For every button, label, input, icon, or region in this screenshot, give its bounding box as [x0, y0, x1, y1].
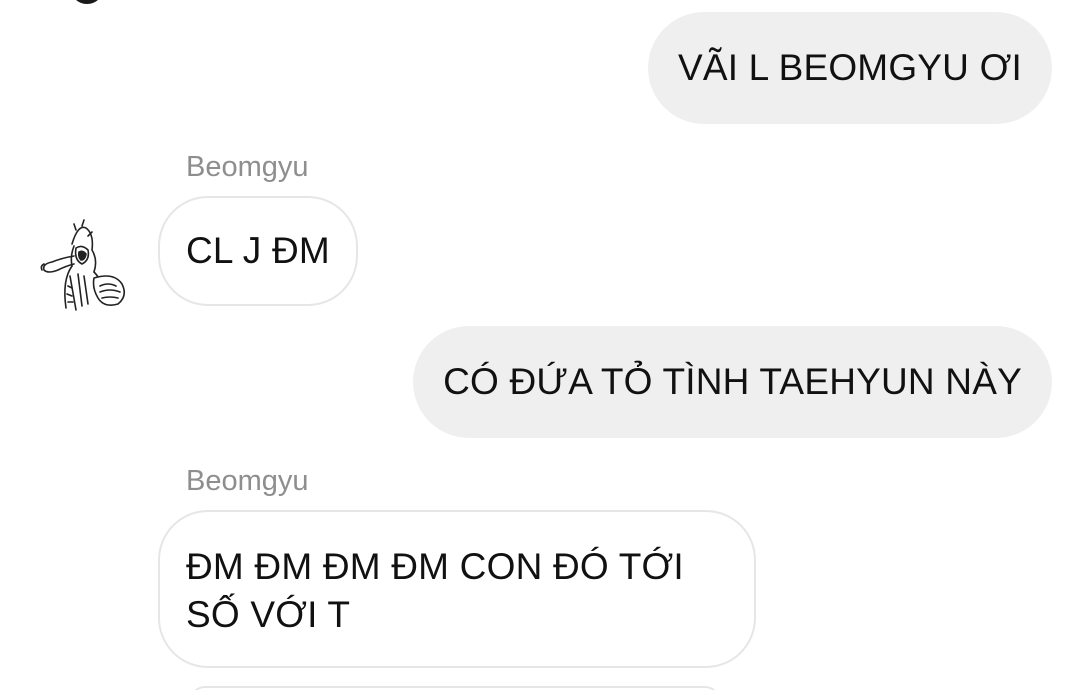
- sketch-avatar-icon[interactable]: [32, 216, 136, 320]
- outgoing-message-bubble[interactable]: CÓ ĐỨA TỎ TÌNH TAEHYUN NÀY: [413, 326, 1052, 438]
- incoming-message-bubble[interactable]: ĐM ĐM ĐM ĐM CON ĐÓ TỚI SỐ VỚI T: [158, 510, 756, 668]
- message-text: ĐM ĐM ĐM ĐM CON ĐÓ TỚI SỐ VỚI T: [186, 546, 684, 635]
- outgoing-message-bubble[interactable]: VÃI L BEOMGYU ƠI: [647, 12, 1052, 124]
- incoming-message-bubble[interactable]: CL J ĐM: [158, 196, 358, 306]
- sender-name: Beomgyu: [186, 465, 309, 497]
- chat-thread: VÃI L BEOMGYU ƠI Beomgyu CL J ĐM CÓ ĐỨA …: [0, 0, 1080, 690]
- message-text: CL J ĐM: [186, 230, 330, 271]
- sender-name: Beomgyu: [186, 151, 309, 183]
- message-text: VÃI L BEOMGYU ƠI: [677, 47, 1022, 88]
- message-text: CÓ ĐỨA TỎ TÌNH TAEHYUN NÀY: [443, 361, 1022, 402]
- incoming-message-bubble-partial[interactable]: [190, 686, 720, 690]
- cropped-avatar-fragment: [70, 0, 104, 4]
